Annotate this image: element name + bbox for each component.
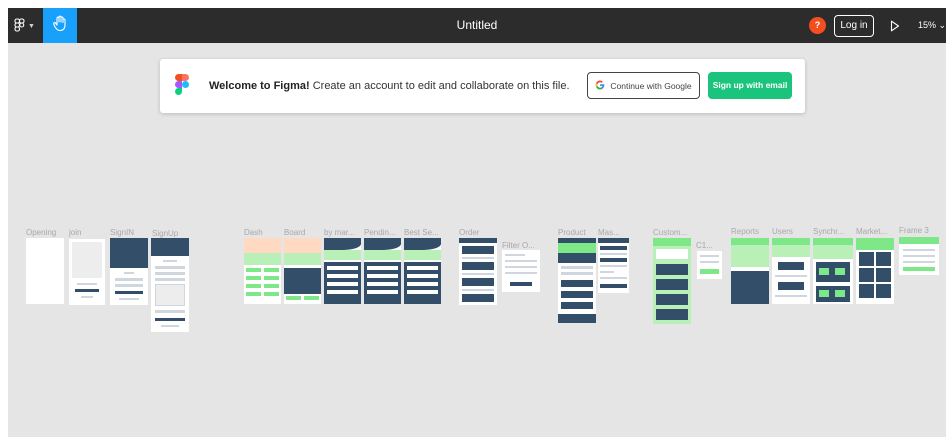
frame-thumbnail-product[interactable] [558,238,596,323]
figma-logo-icon [175,74,189,98]
frame-thumbnail-opening[interactable] [26,238,64,304]
frame-label[interactable]: SignIN [110,228,134,237]
frame-thumbnail-frame-3[interactable] [899,237,939,275]
google-button-label: Continue with Google [610,80,692,91]
log-in-button[interactable]: Log in [834,15,874,37]
frame-label[interactable]: SignUp [152,229,178,238]
main-menu-button[interactable]: ▼ [14,16,42,36]
frame-thumbnail-customers[interactable] [653,238,691,324]
avatar[interactable]: ? [809,17,826,34]
frame-label[interactable]: Synchr... [813,227,844,236]
frame-thumbnail-c1[interactable] [697,251,722,279]
frame-thumbnail-dash[interactable] [244,238,281,304]
frame-label[interactable]: by mar... [324,228,355,237]
frame-thumbnail-master[interactable] [598,238,629,293]
frame-thumbnail-reports[interactable] [731,238,769,304]
frame-thumbnail-synchronize[interactable] [813,238,853,304]
welcome-body: Create an account to edit and collaborat… [309,80,570,92]
frame-label[interactable]: Custom... [653,228,687,237]
frame-thumbnail-signin[interactable] [110,238,148,305]
frame-label[interactable]: Order [459,228,479,237]
frame-label[interactable]: Users [772,227,793,236]
frame-thumbnail-join[interactable] [69,239,105,305]
frame-thumbnail-best-sellers[interactable] [404,238,441,304]
frame-label[interactable]: Frame 3 [899,226,929,235]
frame-label[interactable]: Best Se... [404,228,439,237]
figma-window: ▼ Untitled ? Log in 15% ⌄ Welcome to Fig… [8,8,946,437]
frame-label[interactable]: Mas... [598,228,620,237]
file-title: Untitled [456,18,498,32]
toolbar: ▼ Untitled ? Log in 15% ⌄ [8,8,946,43]
frame-label[interactable]: Board [284,228,305,237]
sign-up-with-email-button[interactable]: Sign up with email [708,72,792,99]
frame-label[interactable]: Product [558,228,586,237]
frame-label[interactable]: Filter O... [502,241,535,250]
frame-thumbnail-pending[interactable] [364,238,401,304]
frame-thumbnail-users[interactable] [772,238,810,304]
continue-with-google-button[interactable]: Continue with Google [587,72,700,99]
frame-thumbnail-by-market[interactable] [324,238,361,304]
frame-thumbnail-board[interactable] [284,238,321,304]
frame-label[interactable]: C1... [696,241,713,250]
frame-thumbnail-order[interactable] [459,238,497,305]
frame-label[interactable]: Reports [731,227,759,236]
frame-thumbnail-filter-orders[interactable] [502,250,540,292]
frame-thumbnail-signup[interactable] [151,238,189,332]
play-icon[interactable] [890,19,900,37]
chevron-down-icon: ▼ [28,22,35,30]
frame-label[interactable]: join [69,228,81,237]
welcome-message: Welcome to Figma! Create an account to e… [209,59,570,113]
frame-label[interactable]: Dash [244,228,263,237]
hand-tool-button[interactable] [43,8,77,43]
figma-menu-icon [14,17,25,35]
frame-thumbnail-market[interactable] [856,238,894,304]
zoom-dropdown[interactable]: 15% ⌄ [918,8,946,43]
google-icon [595,80,605,92]
frame-label[interactable]: Pendin... [364,228,396,237]
hand-tool-icon [52,15,68,37]
frame-label[interactable]: Opening [26,228,56,237]
welcome-banner: Welcome to Figma! Create an account to e… [160,59,805,113]
welcome-heading: Welcome to Figma! [209,80,310,92]
frame-label[interactable]: Market... [856,227,887,236]
